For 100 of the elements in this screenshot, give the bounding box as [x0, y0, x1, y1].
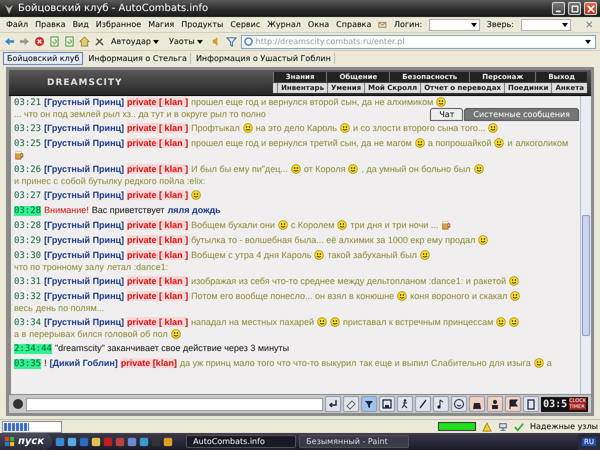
smiley-icon [191, 190, 202, 200]
author-name[interactable]: [Грустный Принц] [44, 97, 124, 107]
menu-item[interactable]: Избранное [96, 20, 142, 29]
menu-item[interactable]: Журнал [267, 20, 301, 29]
maximize-button[interactable] [568, 2, 581, 15]
author-name[interactable]: [Грустный Принц] [44, 276, 124, 286]
refresh-icon[interactable] [49, 36, 60, 47]
taskbar-button[interactable]: AutoCombats.info [186, 435, 296, 448]
caret-icon [470, 22, 477, 26]
login-dropdown[interactable] [429, 18, 480, 30]
smiley-icon [242, 123, 253, 133]
status-indicator [438, 422, 476, 431]
smiley-icon [278, 220, 288, 230]
channel-tag: private [klan] [120, 358, 177, 368]
smiley-icon[interactable] [451, 396, 468, 412]
window-title: Бойцовский клуб - AutoCombats.info [18, 3, 208, 14]
enter-icon[interactable] [325, 396, 342, 412]
minimize-button[interactable] [552, 2, 565, 15]
smiley-icon [534, 358, 544, 368]
close-icon [586, 4, 594, 12]
quick-launch-icon[interactable] [127, 436, 138, 446]
author-name[interactable]: [Грустный Принц] [44, 190, 124, 200]
channel-tag: private [ klan ] [127, 138, 188, 148]
message-text: такой забуханый был [327, 250, 417, 260]
start-button[interactable]: пуск [0, 433, 52, 450]
menu-item[interactable]: Продукты [181, 20, 224, 29]
author-name[interactable]: [Дикий Гоблин] [50, 358, 118, 368]
autohit-button[interactable]: Автоудар [109, 36, 163, 47]
author-name[interactable]: ляля дождь [168, 205, 221, 215]
stop-icon[interactable] [34, 36, 45, 47]
channel-tag: private [ klan ] [127, 317, 188, 327]
author-name[interactable]: [Грустный Принц] [44, 138, 124, 148]
smiley-icon [488, 123, 498, 133]
filter-icon[interactable] [226, 36, 237, 47]
notice-text: "dreamscity" заканчивает свое действие через 3 минуты [54, 343, 290, 353]
eraser-icon[interactable] [343, 396, 360, 412]
home-icon[interactable] [79, 36, 90, 47]
quick-launch-icon[interactable] [91, 436, 102, 446]
message-time: 03:28 [14, 221, 42, 231]
message-time: 03:30 [14, 251, 42, 261]
filter-icon[interactable] [361, 396, 378, 412]
person-icon[interactable] [487, 396, 504, 412]
taskbar-button[interactable]: Безымянный - Paint [299, 435, 410, 448]
chat-tab[interactable]: Системные сообщения [464, 108, 579, 121]
author-name[interactable]: [Грустный Принц] [44, 123, 124, 133]
message-time: 03:23 [14, 124, 42, 134]
globe-icon [244, 37, 253, 46]
smiley-icon [420, 250, 430, 260]
quick-launch-icon[interactable] [67, 436, 78, 446]
pet-label: Зверь: [486, 20, 514, 29]
channel-tag: private [ klan ] [127, 123, 188, 133]
message-text: собой бутылку редкого пойла :elix: [60, 176, 206, 186]
channel-tag: private [ klan ] [127, 190, 188, 200]
smiley-icon [496, 317, 506, 327]
quick-launch-icon[interactable] [139, 436, 150, 446]
menu-item[interactable]: Справка [336, 20, 372, 29]
author-name[interactable]: [Грустный Принц] [44, 164, 124, 174]
message-text: так еще и выпил Слабительно для изыга [359, 358, 531, 368]
mug-icon [441, 220, 452, 230]
quick-launch-icon[interactable] [163, 436, 174, 446]
author-name[interactable]: [Грустный Принц] [44, 235, 124, 245]
envelope-icon[interactable] [378, 19, 388, 30]
chat-tab[interactable]: Чат [430, 108, 464, 121]
scrollbar[interactable] [580, 96, 591, 394]
author-name[interactable]: [Грустный Принц] [44, 291, 124, 301]
refresh-icon[interactable] [64, 36, 75, 47]
back-icon[interactable] [4, 36, 15, 47]
chat-input[interactable] [26, 398, 324, 410]
menu-item[interactable]: Магия [148, 20, 174, 29]
message-text: и [507, 138, 512, 148]
exit-button[interactable]: Уаоты [167, 36, 207, 47]
message-text: Вобщем с утра 4 дня Кароль [191, 250, 312, 260]
menu-item[interactable]: Правка [35, 20, 66, 29]
quick-launch-icon[interactable] [55, 436, 66, 446]
menu-item[interactable]: Файл [6, 20, 28, 29]
author-name[interactable]: [Грустный Принц] [44, 317, 124, 327]
close-icon[interactable] [585, 19, 594, 30]
flag-icon[interactable] [505, 396, 522, 412]
music-note-icon[interactable] [433, 396, 450, 412]
message-text: коня вороного и скакал [410, 291, 508, 301]
close-button[interactable] [584, 2, 597, 15]
running-man-icon[interactable] [397, 396, 414, 412]
smiley-icon [330, 317, 340, 327]
author-name[interactable]: [Грустный Принц] [44, 220, 124, 230]
browser-tab[interactable]: Бойцовский клуб [3, 52, 84, 64]
browser-tab[interactable]: Информация о Стельга [85, 52, 191, 64]
menu-item[interactable]: Окна [308, 20, 330, 29]
save-icon[interactable] [379, 396, 396, 412]
network-icon [498, 422, 508, 432]
smiley-icon [170, 329, 181, 339]
caret-icon [196, 40, 203, 44]
menu-item[interactable]: Сервис [230, 20, 260, 29]
author-name[interactable]: [Грустный Принц] [44, 250, 124, 260]
caret-icon[interactable] [585, 40, 591, 44]
channel-tag: private [ klan ] [127, 276, 188, 286]
browser-tab[interactable]: Информация о Ушастый Гоблин [192, 52, 335, 64]
message-text: а попрошайкой [428, 138, 492, 148]
mug-icon [14, 150, 24, 160]
slash-icon[interactable] [415, 396, 432, 412]
menu-item[interactable]: Вид [72, 20, 89, 29]
